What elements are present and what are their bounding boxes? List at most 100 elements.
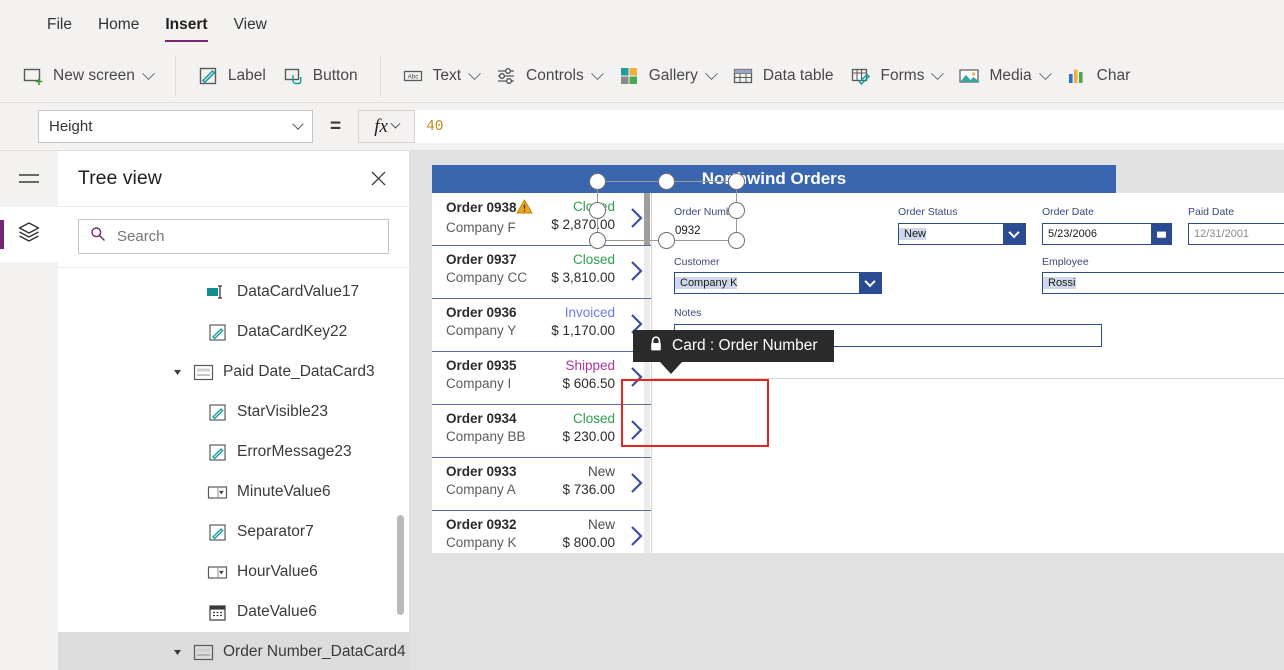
forms-button[interactable]: Forms [842, 59, 951, 93]
tree-node-label: Order Number_DataCard4 [223, 643, 406, 661]
tree-node-label: DateValue6 [237, 603, 317, 621]
menu-item-file[interactable]: File [34, 0, 85, 50]
ribbon-group-screens: New screen [0, 50, 175, 102]
tree-node-datacardkey22[interactable]: DataCardKey22 [58, 312, 409, 352]
selection-tooltip: Card : Order Number [633, 330, 834, 362]
button-button[interactable]: Button [274, 59, 366, 93]
order-date-value: 5/23/2006 [1048, 227, 1097, 240]
tree-view-rail-button[interactable] [0, 207, 58, 262]
gallery-item[interactable]: Order 0934 Company BB Closed $ 230.00 [432, 405, 651, 458]
order-text: Order 0938 [446, 200, 517, 215]
chevron-down-icon[interactable] [1003, 223, 1025, 244]
formula-input[interactable]: 40 [415, 110, 1284, 143]
gallery-item[interactable]: Order 0933 Company A New $ 736.00 [432, 458, 651, 511]
gallery-item[interactable]: Order 0935 Company I Shipped $ 606.50 [432, 352, 651, 405]
menu-item-insert[interactable]: Insert [152, 0, 220, 50]
gallery-item[interactable]: Order 0938 Company F Closed $ 2,870.00 [432, 193, 651, 246]
tree-node-datacardvalue17[interactable]: DataCardValue17 [58, 272, 409, 312]
field-label: Order Number [674, 206, 742, 218]
chevron-right-icon[interactable] [630, 366, 643, 393]
gallery-order-number: Order 0936 [446, 305, 517, 320]
svg-text:Abc: Abc [407, 74, 418, 81]
charts-button[interactable]: Char [1058, 59, 1139, 93]
label-button[interactable]: Label [189, 59, 274, 93]
chevron-right-icon[interactable] [630, 260, 643, 287]
label-icon [206, 443, 228, 462]
field-label: Notes [674, 307, 702, 320]
gallery-amount: $ 3,810.00 [551, 270, 615, 285]
gallery-item[interactable]: Order 0937 Company CC Closed $ 3,810.00 [432, 246, 651, 299]
calendar-icon[interactable] [1151, 223, 1171, 244]
chevron-right-icon[interactable] [630, 472, 643, 499]
controls-button[interactable]: Controls [487, 59, 610, 93]
orders-gallery[interactable]: Order 0938 Company F Closed $ 2,870.00 O… [432, 193, 651, 553]
controls-label: Controls [526, 67, 584, 84]
tree-node-datevalue6[interactable]: DateValue6 [58, 592, 409, 632]
ribbon-toolbar: New screen Label Button Abc Text Control… [0, 50, 1284, 103]
tree-node-paid-date-datacard3[interactable]: Paid Date_DataCard3 [58, 352, 409, 392]
chevron-expanded-icon[interactable] [170, 368, 184, 377]
label-icon [206, 403, 228, 422]
gallery-order-number: Order 0933 [446, 464, 517, 479]
tree-node-label: DataCardKey22 [237, 323, 348, 341]
gallery-scrollbar-thumb[interactable] [644, 193, 650, 245]
gallery-button[interactable]: Gallery [610, 59, 724, 93]
tree-scrollbar-thumb[interactable] [397, 515, 404, 615]
tree-view-panel: Tree view DataCardValue17 [58, 151, 410, 670]
text-icon: Abc [402, 65, 424, 87]
field-paid-date: Paid Date 12/31/2001 [1188, 206, 1284, 245]
tree-view-title: Tree view [78, 167, 162, 189]
media-label: Media [989, 67, 1032, 84]
order-status-dropdown[interactable]: New [898, 222, 1026, 245]
gallery-amount: $ 736.00 [562, 482, 615, 497]
gallery-amount: $ 1,170.00 [551, 323, 615, 338]
chevron-right-icon[interactable] [630, 207, 643, 234]
new-screen-button[interactable]: New screen [14, 59, 161, 93]
tree-node-errormessage23[interactable]: ErrorMessage23 [58, 432, 409, 472]
app-main-area: Order 0938 Company F Closed $ 2,870.00 O… [432, 193, 1284, 553]
hamburger-menu-icon[interactable] [0, 151, 58, 207]
order-date-picker[interactable]: 5/23/2006 [1042, 222, 1172, 245]
gallery-amount: $ 800.00 [562, 535, 615, 550]
tree-node-minutevalue6[interactable]: MinuteValue6 [58, 472, 409, 512]
app-header-bar: Northwind Orders [432, 165, 1116, 193]
chevron-down-icon [141, 66, 155, 80]
tree-node-label: DataCardValue17 [237, 283, 360, 301]
gallery-status: Shipped [565, 358, 615, 373]
tree-node-separator7[interactable]: Separator7 [58, 512, 409, 552]
gallery-item[interactable]: Order 0932 Company K New $ 800.00 [432, 511, 651, 553]
chevron-expanded-icon[interactable] [170, 648, 184, 657]
gallery-order-number: Order 0934 [446, 411, 517, 426]
label-label: Label [227, 67, 266, 84]
fx-button[interactable]: fx [358, 110, 416, 143]
customer-dropdown[interactable]: Company K [674, 272, 882, 295]
chevron-right-icon[interactable] [630, 419, 643, 446]
employee-dropdown[interactable]: Rossi [1042, 272, 1284, 295]
search-box[interactable] [78, 219, 389, 254]
field-customer: Customer Company K [674, 256, 882, 295]
chevron-right-icon[interactable] [630, 525, 643, 552]
gallery-company: Company BB [446, 429, 526, 444]
chevron-down-icon[interactable] [859, 273, 881, 294]
order-status-value: New [899, 227, 927, 240]
media-icon [958, 65, 981, 87]
paid-date-picker[interactable]: 12/31/2001 [1188, 222, 1284, 245]
media-button[interactable]: Media [950, 59, 1057, 93]
search-input[interactable] [115, 227, 377, 246]
tree-node-starvisible23[interactable]: StarVisible23 [58, 392, 409, 432]
tree-node-hourvalue6[interactable]: HourValue6 [58, 552, 409, 592]
close-icon[interactable] [367, 168, 389, 190]
label-icon [206, 323, 228, 342]
forms-label: Forms [880, 67, 925, 84]
menu-item-home[interactable]: Home [85, 0, 152, 50]
data-table-button[interactable]: Data table [724, 59, 842, 93]
design-canvas[interactable]: Northwind Orders Order 0938 Company F Cl… [410, 151, 1284, 670]
tree-node-label: StarVisible23 [237, 403, 329, 421]
property-select[interactable]: Height [38, 110, 313, 143]
gallery-item[interactable]: Order 0936 Company Y Invoiced $ 1,170.00 [432, 299, 651, 352]
gallery-status: Closed [572, 411, 615, 426]
tree-node-order-number-datacard4[interactable]: Order Number_DataCard4 [58, 632, 409, 670]
gallery-label: Gallery [648, 67, 698, 84]
menu-item-view[interactable]: View [221, 0, 280, 50]
text-button[interactable]: Abc Text [394, 59, 487, 93]
